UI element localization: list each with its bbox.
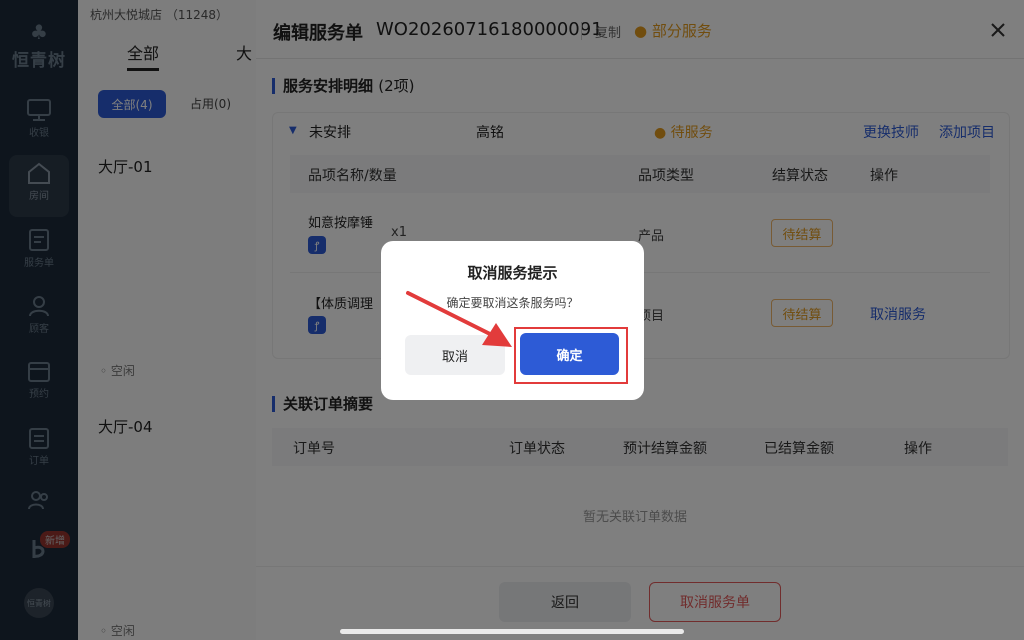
- dialog-title: 取消服务提示: [467, 264, 558, 282]
- pointer-arrow-icon: [406, 291, 512, 347]
- highlight-box: [514, 327, 628, 384]
- home-indicator: [340, 629, 684, 634]
